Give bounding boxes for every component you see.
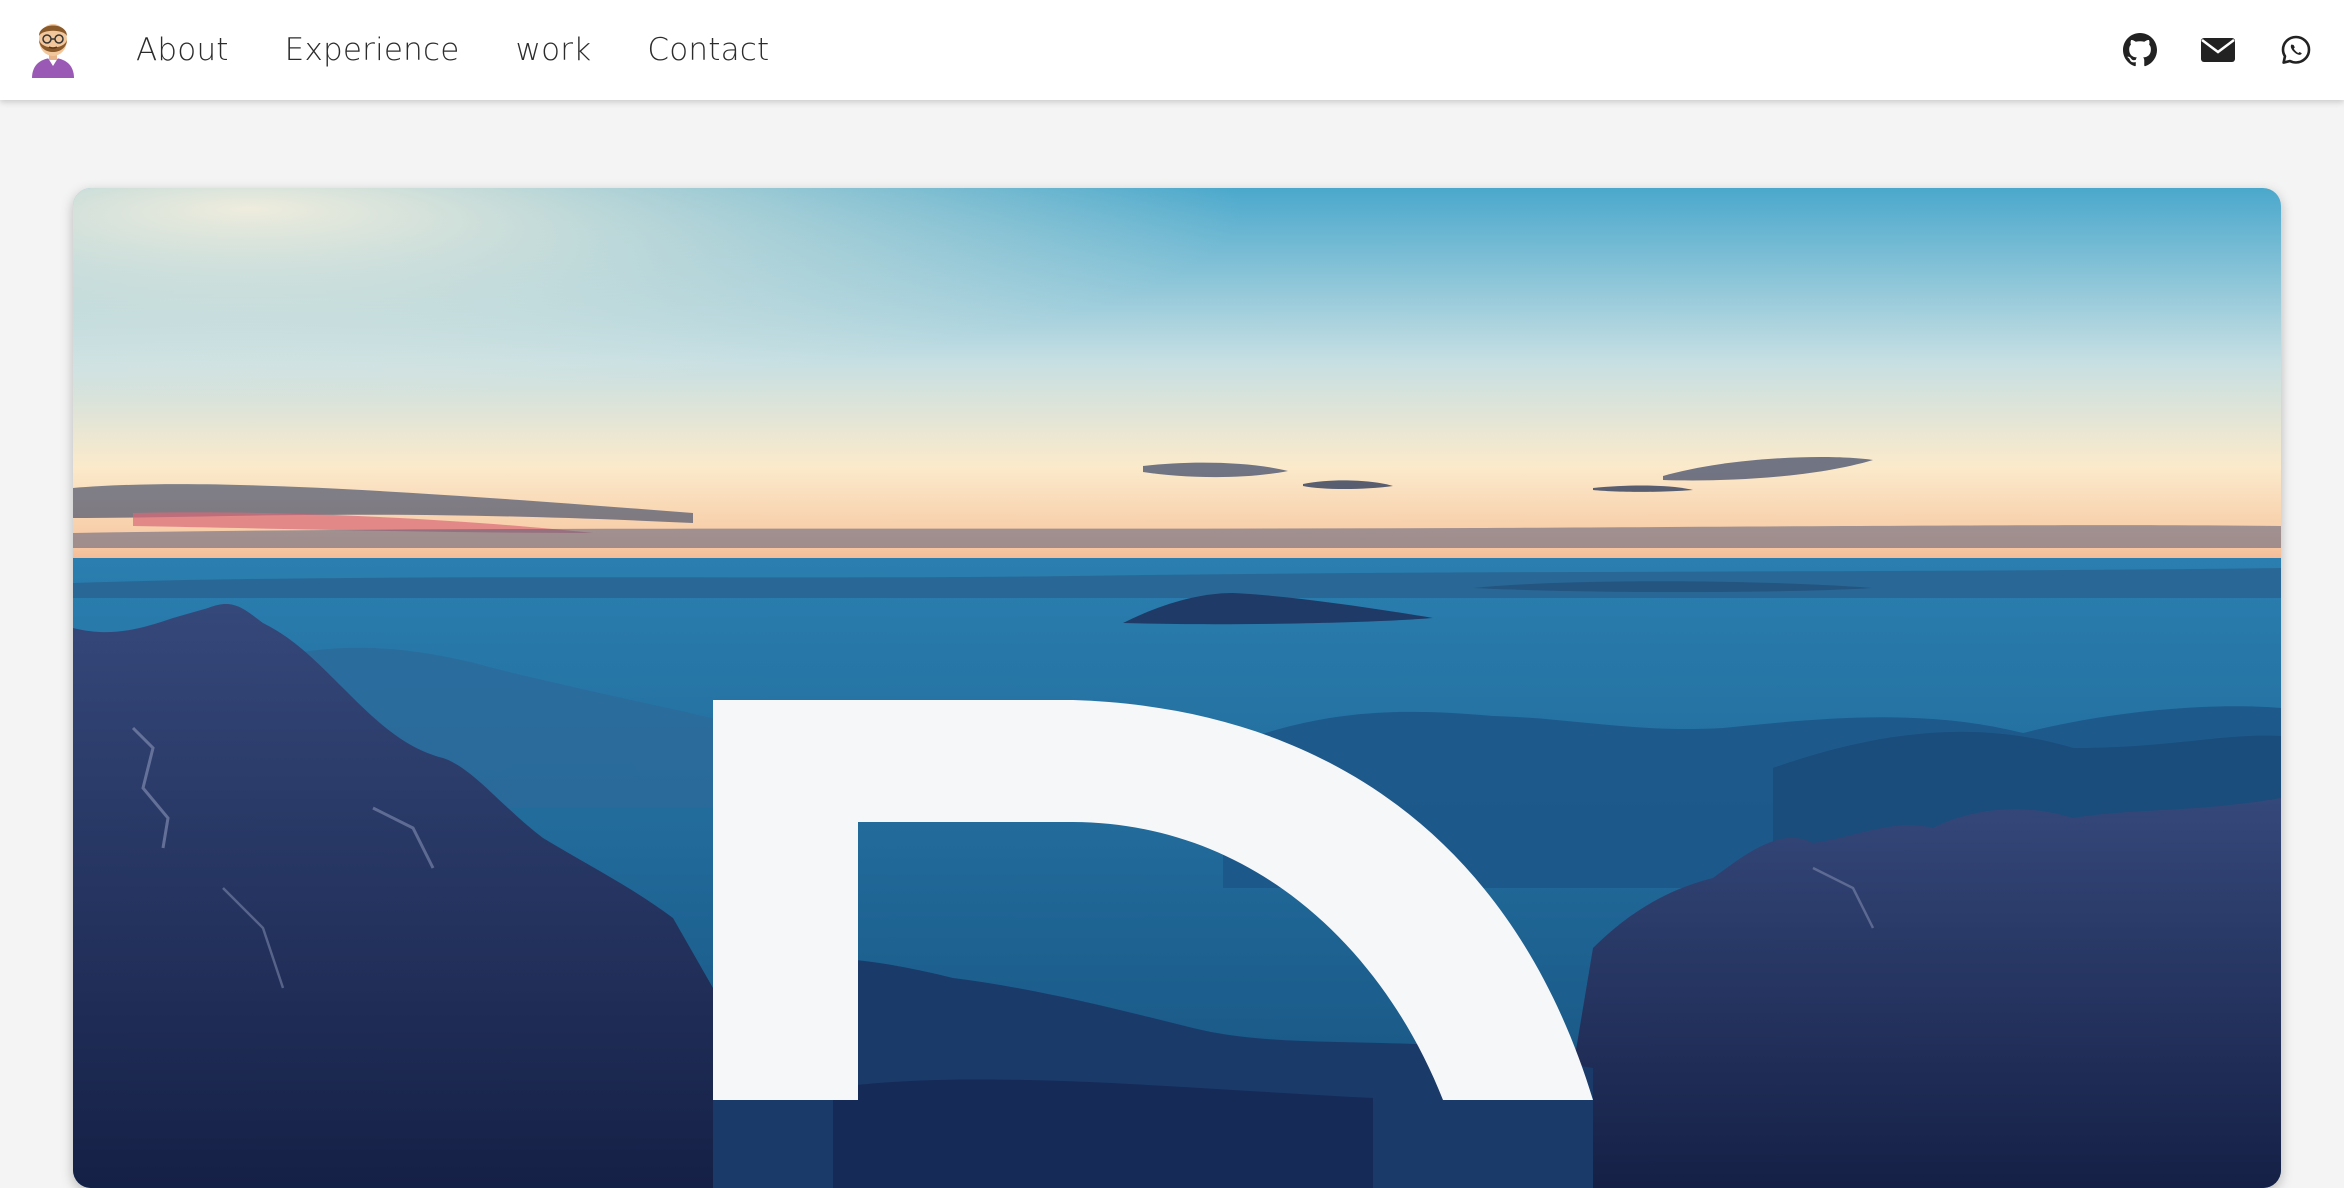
whatsapp-icon[interactable] <box>2278 32 2314 68</box>
nav-link-work[interactable]: work <box>516 32 592 68</box>
top-navbar: About Experience work Contact <box>0 0 2344 100</box>
mail-icon[interactable] <box>2200 32 2236 68</box>
nav-link-contact[interactable]: Contact <box>647 32 769 68</box>
github-icon[interactable] <box>2122 32 2158 68</box>
hero-banner-image <box>73 188 2281 1188</box>
main-nav: About Experience work Contact <box>136 0 769 100</box>
nav-link-about[interactable]: About <box>136 32 229 68</box>
nav-link-experience[interactable]: Experience <box>285 32 460 68</box>
avatar-logo-icon[interactable] <box>28 16 78 78</box>
social-links <box>2122 0 2314 100</box>
